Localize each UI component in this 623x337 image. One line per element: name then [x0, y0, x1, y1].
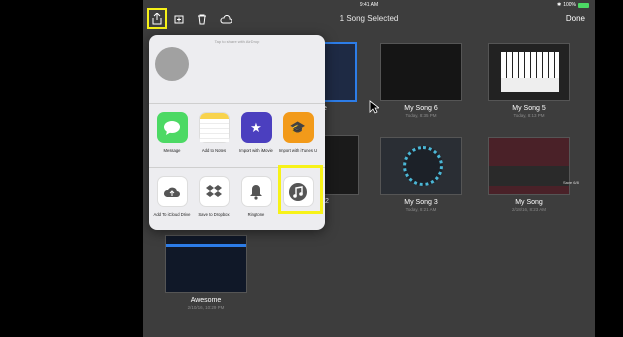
share-label: Import with iMovie	[239, 148, 273, 153]
star-icon: ★	[240, 112, 272, 143]
song-name: Awesome	[190, 297, 222, 304]
share-import-itunes-u[interactable]: 🎓 Import with iTunes U	[278, 112, 318, 153]
song-tile-my-song-5[interactable]: My Song 5 Today, 8:13 PM	[488, 43, 570, 118]
share-message[interactable]: Message	[152, 112, 192, 153]
song-tile-my-song-3[interactable]: My Song 3 Today, 8:21 AM	[380, 137, 462, 212]
song-date: Today, 8:13 PM	[513, 113, 545, 118]
message-icon	[156, 112, 188, 143]
status-right: ✱ 100%	[557, 2, 589, 8]
song-name: My Song 3	[404, 199, 438, 206]
keyboard-icon	[501, 52, 559, 92]
action-label: Add To iCloud Drive	[153, 212, 191, 217]
mouse-cursor-icon	[369, 100, 379, 114]
song-tile-my-song-6[interactable]: My Song 6 Today, 8:35 PM	[380, 43, 462, 118]
song-thumbnail	[488, 137, 570, 195]
graduation-cap-icon: 🎓	[282, 112, 314, 143]
action-label: Ringtone	[247, 212, 265, 217]
airdrop-section: Tap to share with AirDrop	[149, 35, 325, 104]
song-tile-awesome[interactable]: Awesome 2/10/16, 10:29 PM	[165, 235, 247, 310]
highlight-music-action	[278, 165, 323, 214]
status-time: 9:41 AM	[359, 2, 379, 8]
drum-wheel-icon	[403, 146, 443, 186]
partial-song-name: 2	[325, 198, 329, 205]
airdrop-contact-avatar[interactable]	[155, 47, 189, 81]
song-date: 2/10/16, 10:29 PM	[187, 305, 225, 310]
song-thumbnail	[488, 43, 570, 101]
song-tile-my-song[interactable]: My Song 2/18/16, 8:23 AM	[488, 137, 570, 212]
battery-percent: 100%	[563, 2, 576, 8]
dropbox-icon	[198, 176, 230, 207]
notes-icon	[198, 112, 230, 143]
song-thumbnail	[165, 235, 247, 293]
share-apps-row: Message Add to Notes ★ Import with iMovi…	[149, 105, 325, 168]
cloud-upload-icon	[156, 176, 188, 207]
song-name: My Song 6	[404, 105, 438, 112]
song-date: 2/18/16, 8:23 AM	[511, 207, 547, 212]
song-name: My Song 5	[512, 105, 546, 112]
share-label: Import with iTunes U	[278, 148, 318, 153]
share-label: Message	[163, 148, 181, 153]
action-label: Save to Dropbox	[198, 212, 230, 217]
bluetooth-icon: ✱	[557, 2, 562, 8]
bell-icon	[240, 176, 272, 207]
song-date: Today, 8:35 PM	[405, 113, 437, 118]
song-thumbnail	[380, 137, 462, 195]
nav-bar: 1 Song Selected Done	[143, 8, 595, 30]
nav-title: 1 Song Selected	[339, 14, 399, 23]
battery-icon	[578, 2, 589, 8]
share-label: Add to Notes	[201, 148, 227, 153]
song-thumbnail	[380, 43, 462, 101]
song-thumbnail-partial[interactable]	[319, 135, 359, 195]
share-import-imovie[interactable]: ★ Import with iMovie	[236, 112, 276, 153]
song-date: Today, 8:21 AM	[405, 207, 437, 212]
action-icloud-drive[interactable]: Add To iCloud Drive	[152, 176, 192, 217]
action-save-dropbox[interactable]: Save to Dropbox	[194, 176, 234, 217]
share-add-to-notes[interactable]: Add to Notes	[194, 112, 234, 153]
airdrop-hint: Tap to share with AirDrop	[214, 39, 260, 44]
song-name: My Song	[515, 199, 543, 206]
overlay-text: Save 6/8	[563, 180, 579, 185]
action-ringtone[interactable]: Ringtone	[236, 176, 276, 217]
done-button[interactable]: Done	[566, 14, 585, 23]
status-bar: 9:41 AM ✱ 100%	[143, 0, 595, 10]
